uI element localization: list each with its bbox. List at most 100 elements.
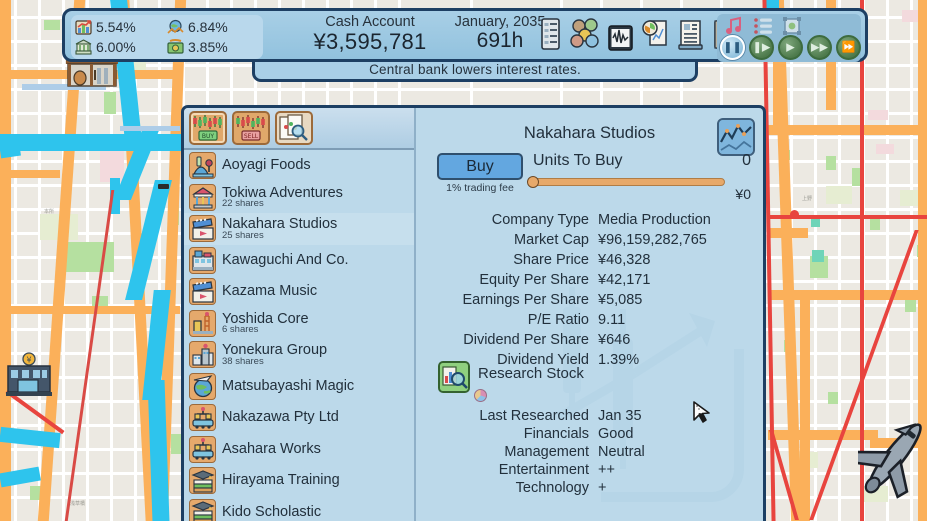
company-stat-value: Media Production bbox=[598, 213, 711, 228]
research-value: Good bbox=[598, 427, 633, 442]
stock-list-item-text: Aoyagi Foods bbox=[222, 158, 311, 173]
reports-icon[interactable] bbox=[640, 16, 670, 54]
stat-growth[interactable]: 5.54% bbox=[75, 17, 167, 37]
stock-list-item-text: Yoshida Core6 shares bbox=[222, 312, 309, 335]
stock-list-item[interactable]: Nakazawa Pty Ltd bbox=[184, 402, 414, 434]
speed-3-glyph: ▶▶ bbox=[811, 42, 828, 53]
news-ticker-text: Central bank lowers interest rates. bbox=[369, 62, 581, 77]
stock-list-item[interactable]: Yoshida Core6 shares bbox=[184, 308, 414, 340]
company-stat-row: Market Cap¥96,159,282,765 bbox=[416, 233, 763, 248]
buy-button[interactable]: Buy bbox=[437, 153, 523, 180]
company-stat-value: 1.39% bbox=[598, 353, 639, 368]
stock-name: Kawaguchi And Co. bbox=[222, 253, 349, 268]
svg-text:BUY: BUY bbox=[202, 133, 215, 140]
research-key: Last Researched bbox=[416, 409, 598, 424]
factory-icon bbox=[189, 436, 216, 463]
company-stat-value: ¥96,159,282,765 bbox=[598, 233, 707, 248]
stat-bank-value: 6.00% bbox=[96, 39, 136, 55]
stock-list-item[interactable]: Aoyagi Foods bbox=[184, 150, 414, 182]
stat-money-value: 3.85% bbox=[188, 39, 228, 55]
tasks-icon[interactable] bbox=[535, 16, 565, 54]
stock-list[interactable]: Aoyagi Foods Tokiwa Adventures22 shares Na… bbox=[184, 150, 414, 521]
price-chart-button[interactable] bbox=[717, 118, 755, 156]
stock-list-item-text: Matsubayashi Magic bbox=[222, 379, 354, 394]
carousel-icon bbox=[189, 184, 216, 211]
stock-list-item[interactable]: Nakahara Studios25 shares bbox=[184, 213, 414, 245]
game-screen: 本所 浅草橋 上野 ¥ bbox=[0, 0, 927, 521]
store-icon bbox=[189, 247, 216, 274]
map-label: 本所 bbox=[44, 208, 54, 215]
stock-list-item[interactable]: Matsubayashi Magic bbox=[184, 371, 414, 403]
company-stat-key: Company Type bbox=[416, 213, 598, 228]
education-icon bbox=[189, 467, 216, 494]
units-slider-knob[interactable] bbox=[527, 176, 539, 188]
growth-chart-icon bbox=[75, 19, 92, 36]
total-cost-value: ¥0 bbox=[735, 186, 751, 202]
film-icon bbox=[189, 215, 216, 242]
world-economy-icon bbox=[167, 19, 184, 36]
stat-bank[interactable]: 6.00% bbox=[75, 37, 167, 57]
research-globe-icon bbox=[474, 389, 487, 402]
speed-3-button[interactable]: ▶▶ bbox=[807, 35, 832, 60]
offices-icon bbox=[189, 341, 216, 368]
research-stock-icon[interactable] bbox=[438, 361, 470, 393]
speed-buttons: ❚❚ ❚▶ ▶ ▶▶ ⏩ bbox=[720, 35, 861, 60]
newspaper-icon[interactable] bbox=[675, 16, 705, 54]
company-stat-row: Earnings Per Share¥5,085 bbox=[416, 293, 763, 308]
education-icon bbox=[189, 499, 216, 521]
map-label: 上野 bbox=[802, 195, 812, 202]
research-row: FinancialsGood bbox=[416, 427, 763, 442]
stock-list-item[interactable]: Kazama Music bbox=[184, 276, 414, 308]
pause-button-glyph: ❚❚ bbox=[723, 42, 741, 53]
stock-list-item[interactable]: Tokiwa Adventures22 shares bbox=[184, 182, 414, 214]
pause-button[interactable]: ❚❚ bbox=[720, 35, 745, 60]
research-key: Entertainment bbox=[416, 463, 598, 478]
vehicle-sprite bbox=[158, 178, 170, 186]
research-value: ++ bbox=[598, 463, 615, 478]
bank-icon bbox=[75, 39, 92, 56]
research-row: Technology+ bbox=[416, 481, 763, 496]
stock-list-item-text: Nakahara Studios25 shares bbox=[222, 217, 337, 240]
map-label: 浅草橋 bbox=[70, 500, 85, 507]
speed-2-button[interactable]: ▶ bbox=[778, 35, 803, 60]
company-stat-value: ¥5,085 bbox=[598, 293, 642, 308]
stock-list-item[interactable]: Yonekura Group38 shares bbox=[184, 339, 414, 371]
stock-name: Matsubayashi Magic bbox=[222, 379, 354, 394]
company-stat-row: Company TypeMedia Production bbox=[416, 213, 763, 228]
company-stat-value: ¥646 bbox=[598, 333, 630, 348]
toolbar-icons bbox=[535, 16, 740, 54]
tab-sell[interactable]: SELL bbox=[232, 111, 270, 145]
stock-list-item[interactable]: Kido Scholastic bbox=[184, 497, 414, 521]
stat-world[interactable]: 6.84% bbox=[167, 17, 259, 37]
speed-1-button[interactable]: ❚▶ bbox=[749, 35, 774, 60]
economy-stats-box: 5.54% 6.84% bbox=[71, 15, 263, 59]
stat-money[interactable]: 3.85% bbox=[167, 37, 259, 57]
units-slider[interactable] bbox=[529, 178, 725, 186]
speed-control-panel: ❚❚ ❚▶ ▶ ▶▶ ⏩ bbox=[717, 14, 861, 62]
people-network-icon[interactable] bbox=[570, 16, 600, 54]
stock-list-item[interactable]: Asahara Works bbox=[184, 434, 414, 466]
stock-list-item[interactable]: Kawaguchi And Co. bbox=[184, 245, 414, 277]
research-value: + bbox=[598, 481, 606, 496]
stock-list-item[interactable]: Hirayama Training bbox=[184, 465, 414, 497]
refinery-icon bbox=[189, 310, 216, 337]
stock-list-item-text: Kido Scholastic bbox=[222, 505, 321, 520]
company-stat-key: Share Price bbox=[416, 253, 598, 268]
tab-buy[interactable]: BUY bbox=[189, 111, 227, 145]
film-icon bbox=[189, 278, 216, 305]
company-stat-row: Equity Per Share¥42,171 bbox=[416, 273, 763, 288]
research-key: Financials bbox=[416, 427, 598, 442]
stock-list-item-text: Yonekura Group38 shares bbox=[222, 343, 327, 366]
speed-4-button[interactable]: ⏩ bbox=[836, 35, 861, 60]
bank-building-sprite[interactable]: ¥ bbox=[4, 352, 54, 398]
research-value: Neutral bbox=[598, 445, 645, 460]
tablet-icon[interactable] bbox=[605, 16, 635, 54]
tab-research[interactable] bbox=[275, 111, 313, 145]
globe-plane-icon bbox=[189, 373, 216, 400]
stock-name: Aoyagi Foods bbox=[222, 158, 311, 173]
stock-detail-pane: Nakahara Studios Buy 1% trading fee Unit… bbox=[416, 108, 763, 521]
news-ticker[interactable]: Central bank lowers interest rates. bbox=[252, 60, 698, 82]
stock-list-item-text: Nakazawa Pty Ltd bbox=[222, 410, 339, 425]
stock-name: Nakazawa Pty Ltd bbox=[222, 410, 339, 425]
research-stock-label: Research Stock bbox=[478, 365, 584, 382]
